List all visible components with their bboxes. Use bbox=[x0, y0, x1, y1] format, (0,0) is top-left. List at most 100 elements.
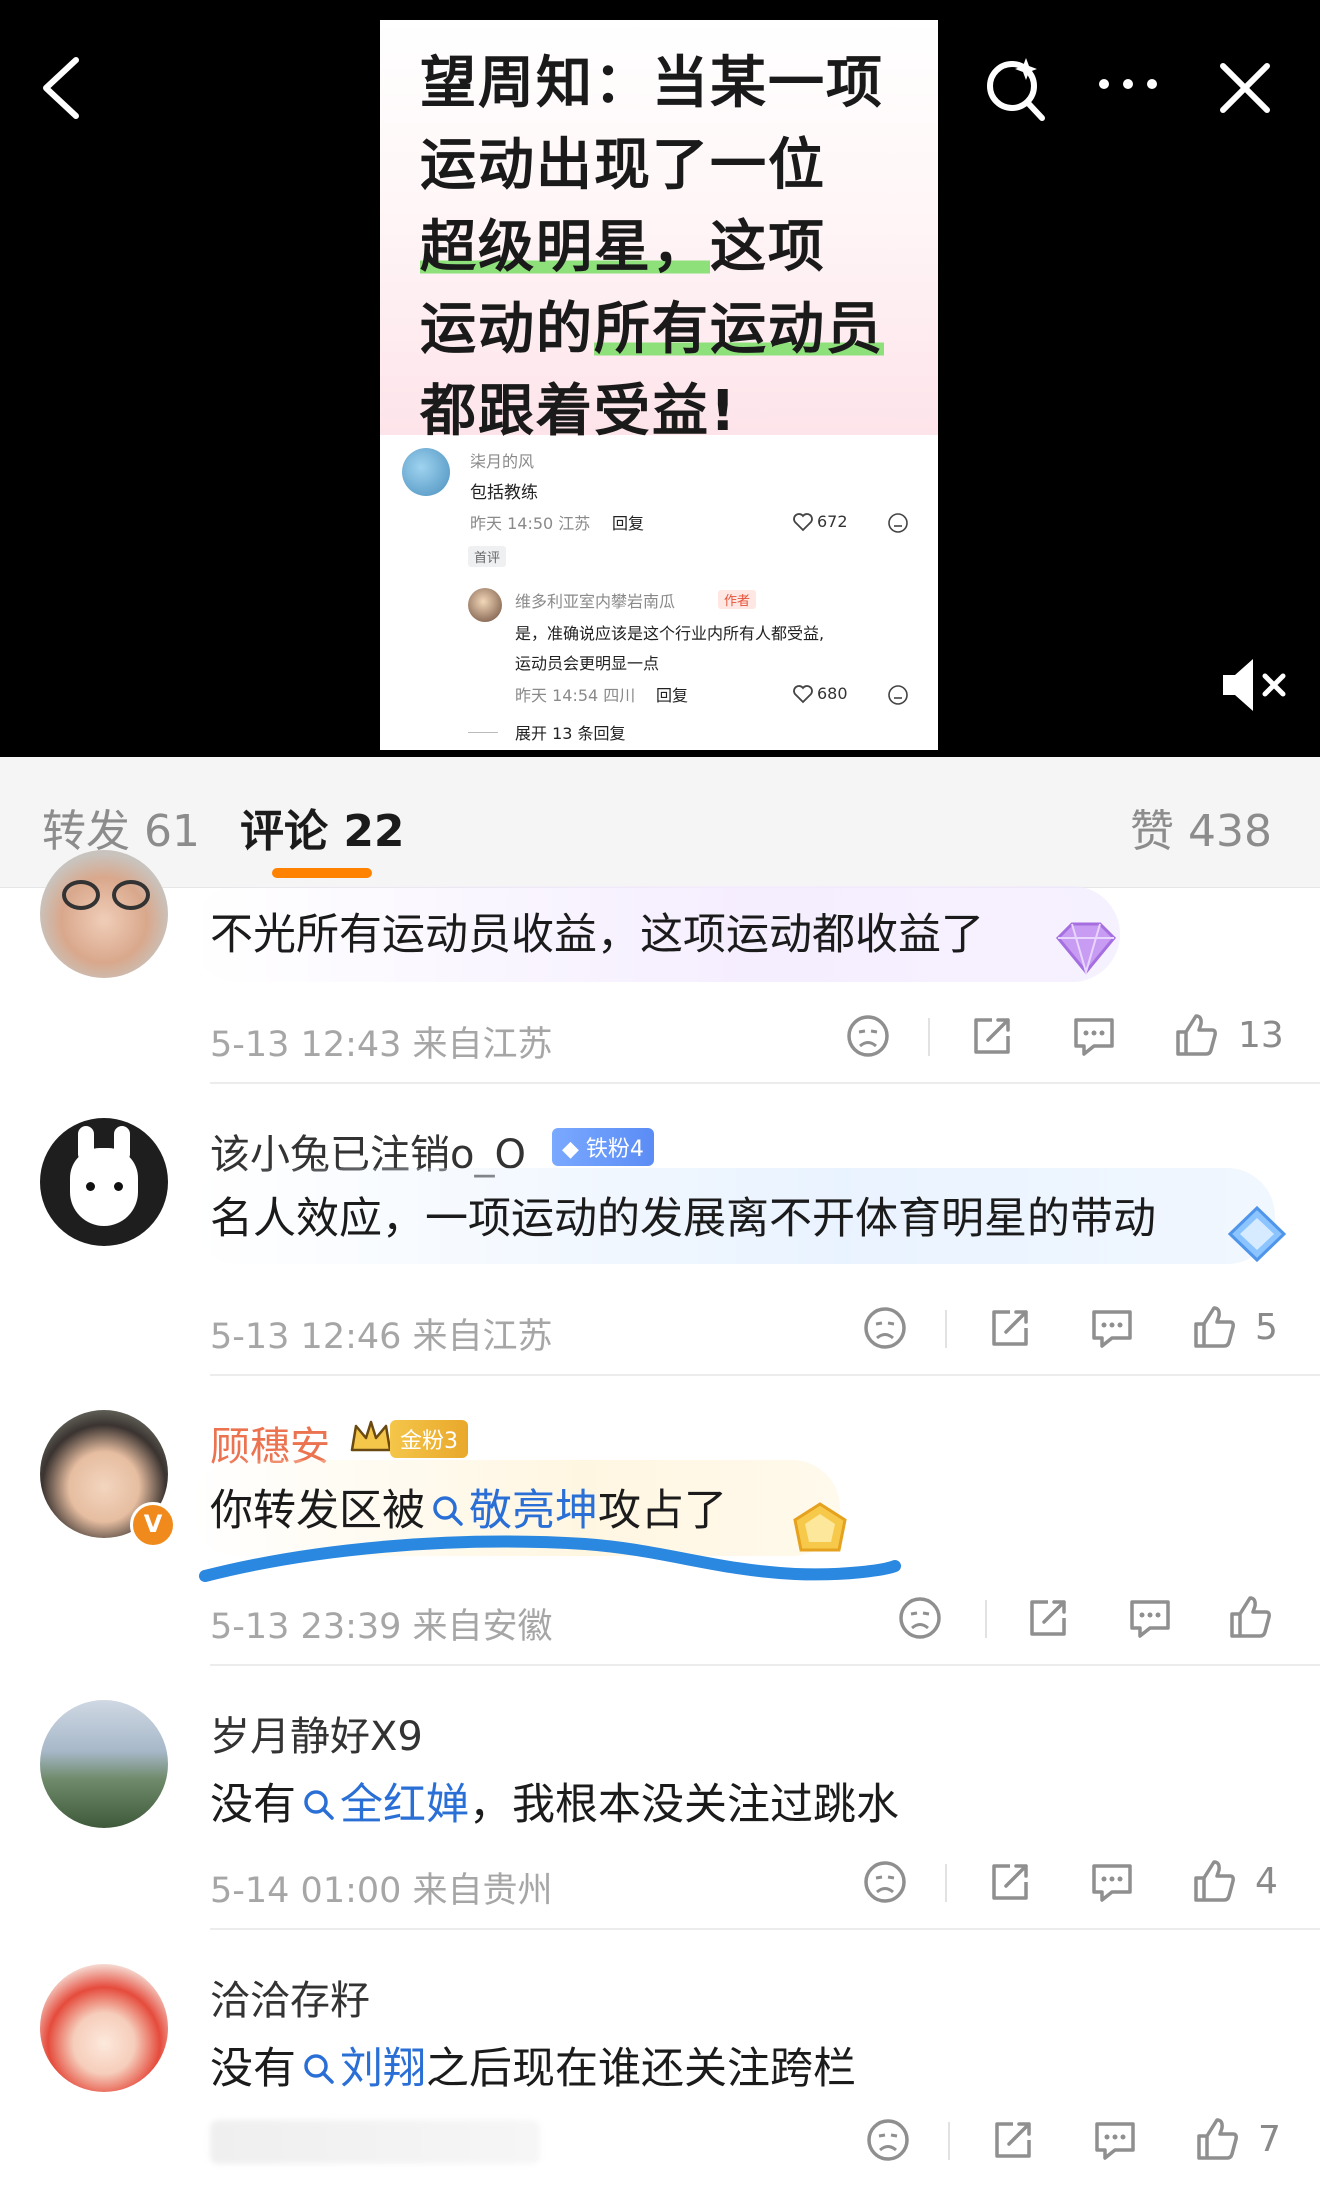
reply-button[interactable] bbox=[1120, 1588, 1180, 1648]
dislike-icon bbox=[847, 1015, 889, 1057]
reply-button[interactable] bbox=[1082, 1298, 1142, 1358]
heart-icon bbox=[793, 513, 813, 532]
share-button[interactable] bbox=[1018, 1588, 1078, 1648]
thumbs-up-icon bbox=[1197, 2118, 1238, 2160]
comment-item: 该小兔已注销o_O ◆ 铁粉4 名人效应，一项运动的发展离不开体育明星的带动 5… bbox=[0, 1084, 1320, 1376]
crown-icon bbox=[350, 1420, 392, 1452]
embedded-reply-link: 回复 bbox=[612, 514, 645, 533]
back-button[interactable] bbox=[28, 48, 98, 128]
blurred-meta bbox=[210, 2120, 540, 2164]
embedded-username: 柒月的风 bbox=[470, 452, 535, 471]
comment-text-part: 没有 bbox=[210, 2044, 296, 2094]
like-button[interactable] bbox=[1187, 2110, 1247, 2170]
close-icon bbox=[1220, 63, 1270, 113]
search-icon bbox=[433, 1496, 463, 1526]
headline-highlight: 所有运动员 bbox=[594, 297, 884, 362]
reply-button[interactable] bbox=[1085, 2110, 1145, 2170]
comment-text-part: 之后现在谁还关注跨栏 bbox=[426, 2044, 856, 2094]
like-count: 13 bbox=[1238, 1015, 1284, 1056]
media-viewer: 望周知：当某一项 运动出现了一位 超级明星，这项 运动的所有运动员 都跟着受益!… bbox=[0, 0, 1320, 757]
avatar[interactable] bbox=[40, 1118, 168, 1246]
headline-line: 望周知：当某一项 bbox=[420, 51, 884, 116]
like-button[interactable] bbox=[1184, 1852, 1244, 1912]
like-button[interactable] bbox=[1184, 1298, 1244, 1358]
annotation-underline bbox=[199, 1535, 901, 1582]
expand-line bbox=[468, 732, 498, 733]
comment-item: 不光所有运动员收益，这项运动都收益了 5-13 12:43 来自江苏 13 bbox=[0, 850, 1320, 1084]
comment-icon bbox=[1092, 1310, 1132, 1348]
like-count: 7 bbox=[1258, 2119, 1281, 2160]
topic-link[interactable]: 全红婵 bbox=[296, 1780, 469, 1830]
dislike-button[interactable] bbox=[890, 1588, 950, 1648]
reply-button[interactable] bbox=[1082, 1852, 1142, 1912]
active-tab-indicator bbox=[272, 868, 372, 878]
comment-meta: 5-13 12:46 来自江苏 bbox=[210, 1317, 553, 1357]
share-button[interactable] bbox=[962, 1006, 1022, 1066]
like-button[interactable] bbox=[1166, 1006, 1226, 1066]
like-button[interactable] bbox=[1220, 1588, 1280, 1648]
dislike-button[interactable] bbox=[858, 2110, 918, 2170]
expand-replies-link: 展开 13 条回复 bbox=[515, 724, 626, 743]
first-comment-tag: 首评 bbox=[468, 546, 507, 567]
dislike-button[interactable] bbox=[855, 1852, 915, 1912]
username[interactable]: 洽洽存籽 bbox=[210, 1968, 370, 2026]
author-tag: 作者 bbox=[718, 590, 757, 609]
comment-icon bbox=[1095, 2122, 1135, 2160]
tab-likes[interactable]: 赞 438 bbox=[1130, 795, 1272, 859]
back-icon bbox=[43, 57, 79, 119]
comment-icon bbox=[1092, 1864, 1132, 1902]
share-button[interactable] bbox=[980, 1852, 1040, 1912]
share-button[interactable] bbox=[980, 1298, 1040, 1358]
more-button[interactable] bbox=[1090, 48, 1170, 128]
avatar[interactable] bbox=[40, 850, 168, 978]
thumbs-up-icon bbox=[1176, 1014, 1217, 1056]
reply-button[interactable] bbox=[1064, 1006, 1124, 1066]
comment-meta: 5-13 12:43 来自江苏 bbox=[210, 1025, 553, 1065]
comment-item: V 顾穗安 金粉3 你转发区被 敬亮坤攻占了 5-13 23:39 来自安徽 bbox=[0, 1376, 1320, 1666]
fan-level-badge: ◆ 铁粉4 bbox=[552, 1128, 654, 1166]
comment-item: 岁月静好X9 没有 全红婵，我根本没关注过跳水 5-14 01:00 来自贵州 4 bbox=[0, 1666, 1320, 1930]
topic-link-text: 刘翔 bbox=[340, 2044, 426, 2094]
headline-line: 运动出现了一位 bbox=[420, 133, 826, 198]
dislike-icon bbox=[899, 1597, 941, 1639]
share-button[interactable] bbox=[983, 2110, 1043, 2170]
diamond-gem-icon bbox=[1227, 1205, 1287, 1263]
mute-button[interactable] bbox=[1215, 650, 1295, 720]
share-icon bbox=[992, 1310, 1028, 1346]
embedded-reply-text: 是，准确说应该是这个行业内所有人都受益, bbox=[515, 624, 825, 643]
avatar[interactable] bbox=[40, 1964, 168, 2092]
action-separator bbox=[945, 1310, 947, 1348]
tab-repost[interactable]: 转发 61 bbox=[42, 795, 200, 859]
topic-link[interactable]: 刘翔 bbox=[296, 2044, 426, 2094]
emoji-icon bbox=[888, 513, 908, 533]
ai-search-button[interactable] bbox=[980, 48, 1050, 128]
like-count: 5 bbox=[1255, 1307, 1278, 1348]
comment-text: 没有 刘翔之后现在谁还关注跨栏 bbox=[210, 2034, 856, 2096]
avatar bbox=[402, 448, 450, 496]
thumbs-up-icon bbox=[1230, 1596, 1271, 1638]
tab-comments[interactable]: 评论 22 bbox=[240, 795, 405, 859]
dislike-button[interactable] bbox=[838, 1006, 898, 1066]
username[interactable]: 岁月静好X9 bbox=[210, 1704, 423, 1762]
avatar[interactable] bbox=[40, 1700, 168, 1828]
avatar bbox=[468, 588, 502, 622]
action-separator bbox=[945, 1864, 947, 1902]
topic-link-text: 全红婵 bbox=[340, 1780, 469, 1830]
comment-item: 洽洽存籽 没有 刘翔之后现在谁还关注跨栏 7 bbox=[0, 1930, 1320, 2199]
embedded-reply-link: 回复 bbox=[656, 686, 689, 705]
dislike-button[interactable] bbox=[855, 1298, 915, 1358]
search-icon bbox=[304, 1790, 334, 1820]
comment-icon bbox=[1130, 1600, 1170, 1638]
verified-icon: V bbox=[130, 1502, 176, 1548]
comment-icon bbox=[1074, 1018, 1114, 1056]
comment-text-part: ，我根本没关注过跳水 bbox=[469, 1780, 899, 1830]
share-icon bbox=[974, 1018, 1010, 1054]
action-separator bbox=[948, 2122, 950, 2160]
embedded-like-count: 672 bbox=[817, 512, 848, 531]
embedded-comment-meta: 昨天 14:50 江苏 bbox=[470, 514, 591, 533]
embedded-reply-meta: 昨天 14:54 四川 bbox=[515, 686, 636, 705]
share-icon bbox=[995, 2122, 1031, 2158]
close-button[interactable] bbox=[1205, 48, 1285, 128]
emoji-icon bbox=[888, 685, 908, 705]
post-image[interactable]: 望周知：当某一项 运动出现了一位 超级明星，这项 运动的所有运动员 都跟着受益!… bbox=[380, 20, 938, 750]
